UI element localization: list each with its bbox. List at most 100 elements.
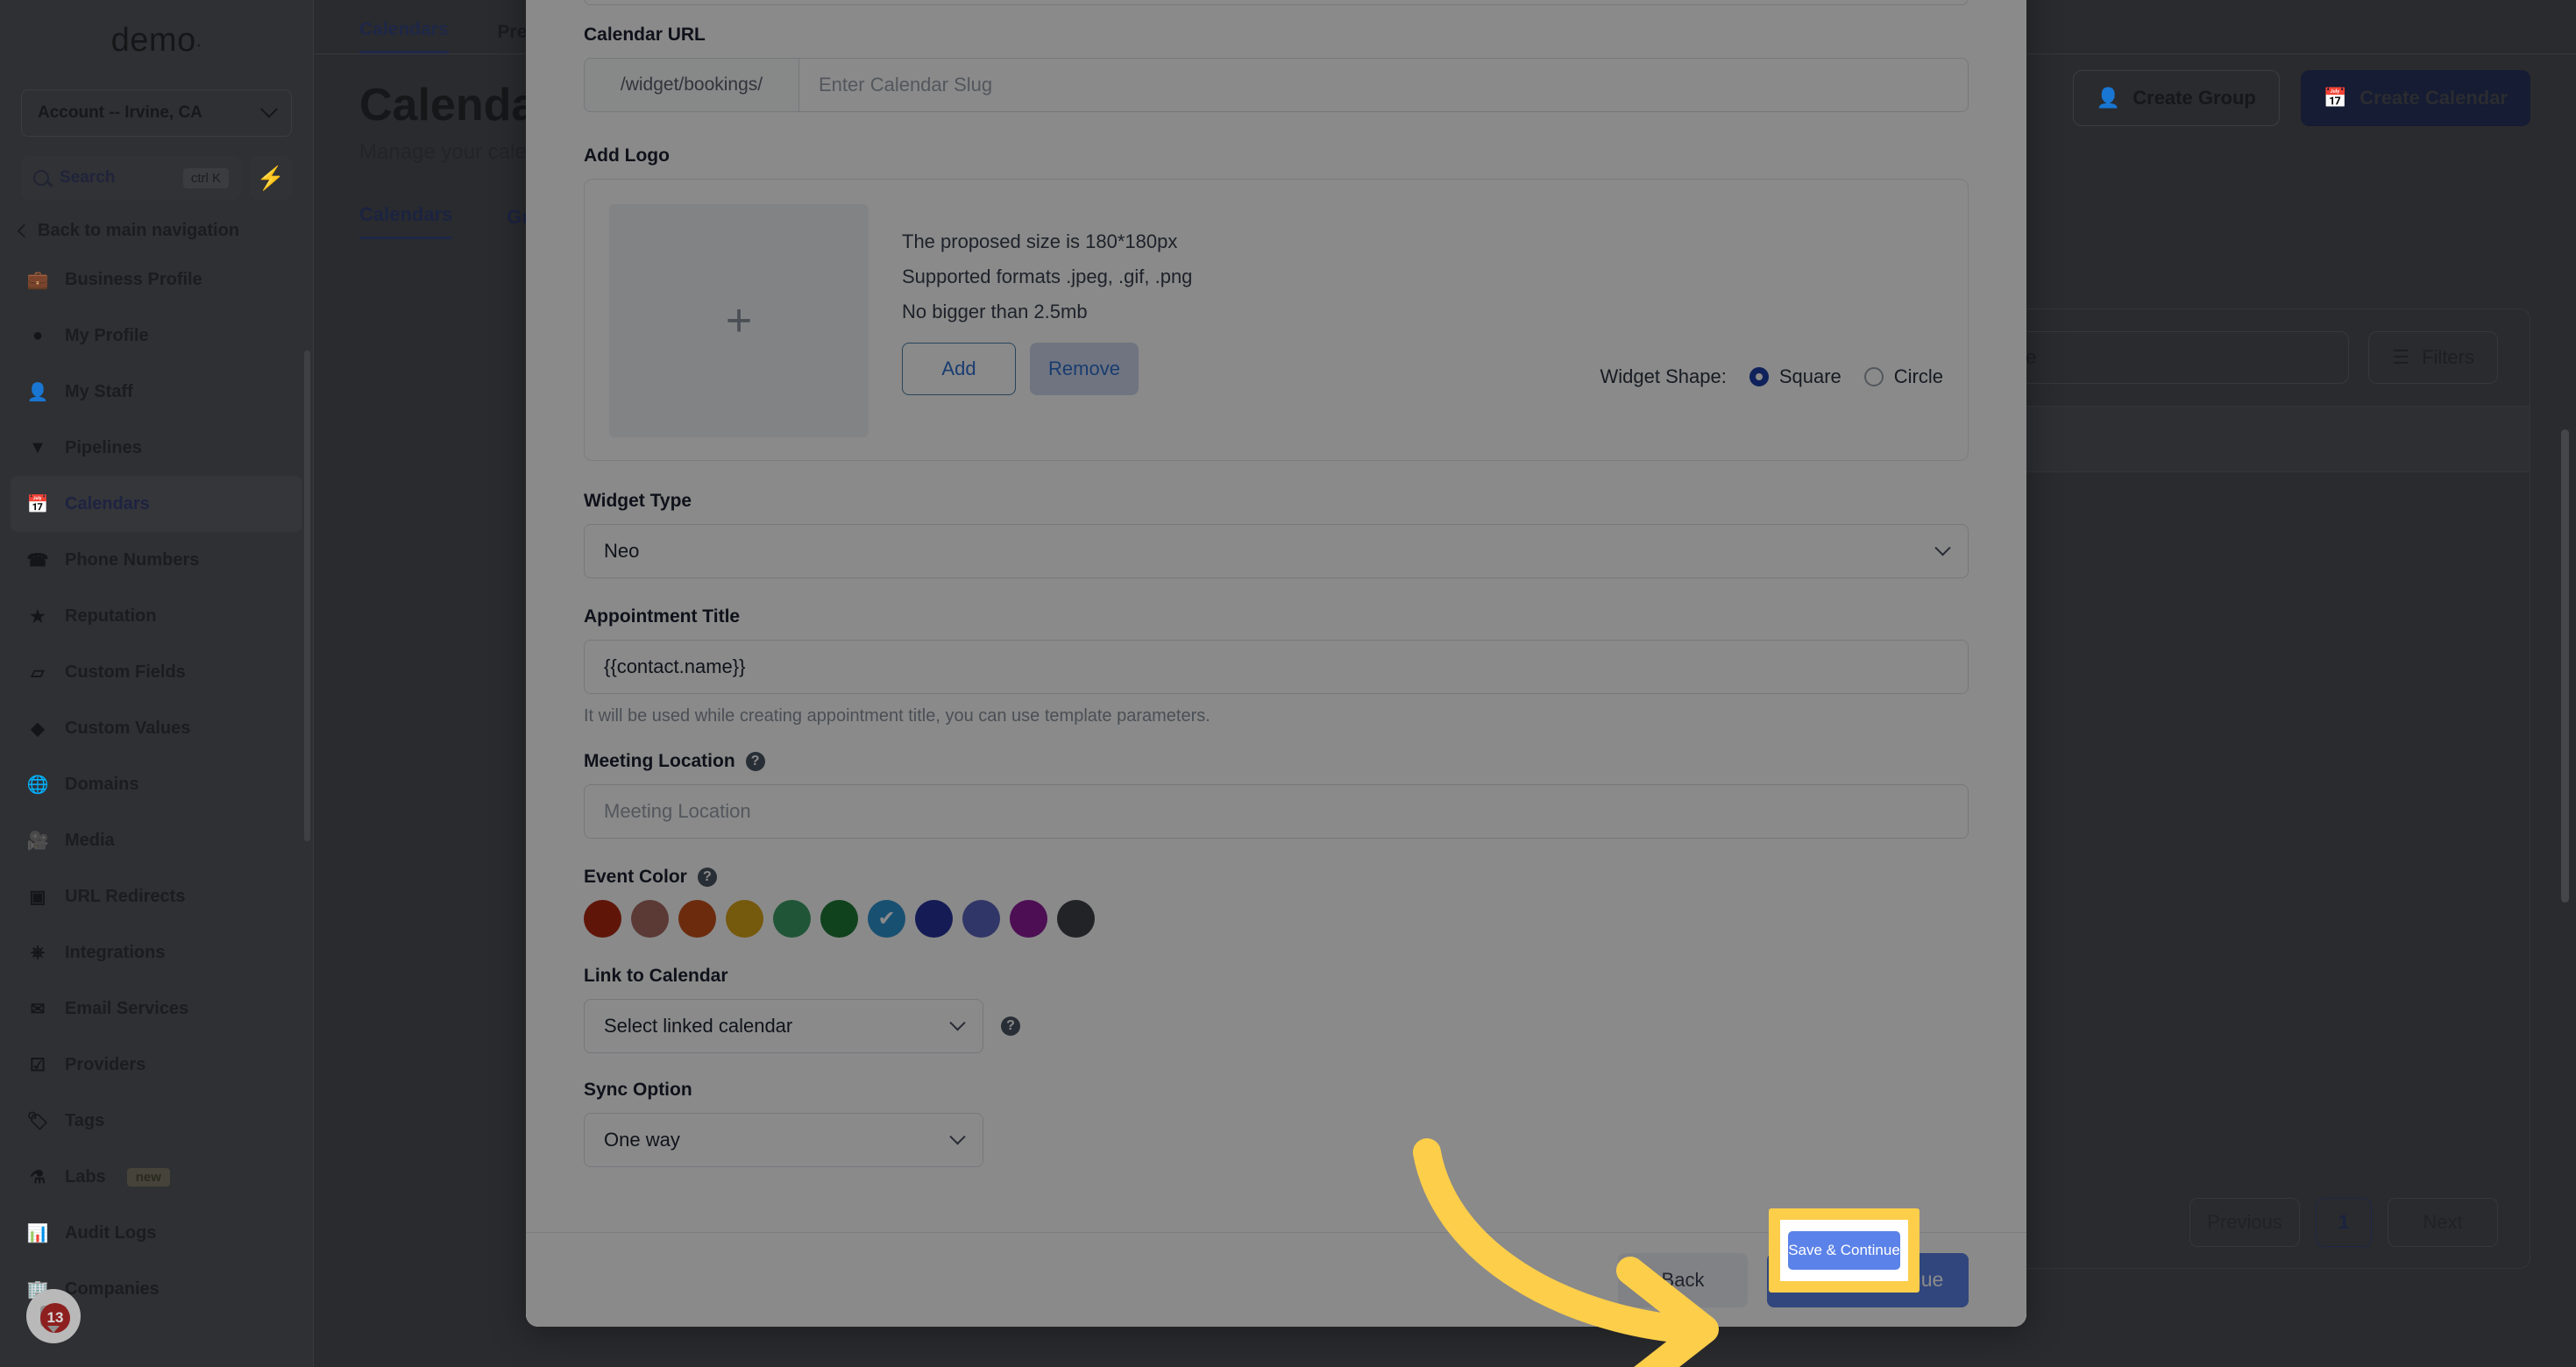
radio-selected-icon	[1749, 367, 1769, 386]
appointment-title-label: Appointment Title	[584, 606, 741, 627]
widget-shape-square-option[interactable]: Square	[1749, 365, 1842, 388]
remove-logo-button[interactable]: Remove	[1030, 343, 1139, 395]
chat-widget-button[interactable]: 13	[26, 1289, 81, 1343]
event-color-swatch-2[interactable]	[678, 900, 716, 938]
logo-dropzone[interactable]: +	[609, 204, 869, 437]
sidebar-item-url-redirects[interactable]: ▣ URL Redirects	[11, 868, 302, 924]
search-placeholder: Search	[60, 168, 116, 187]
back-button[interactable]: Back	[1618, 1252, 1748, 1307]
previous-page-button[interactable]: Previous	[2189, 1198, 2300, 1247]
sidebar-nav-list: 💼 Business Profile ● My Profile 👤 My Staff …	[0, 251, 313, 1317]
event-color-swatch-9[interactable]	[1010, 900, 1047, 938]
sidebar-item-my-staff[interactable]: 👤 My Staff	[11, 364, 302, 420]
bar-chart-icon: 📊	[26, 1223, 49, 1243]
pagination: Previous 1 Next	[2189, 1198, 2498, 1247]
logo-info: The proposed size is 180*180px Supported…	[902, 204, 1567, 436]
plus-icon: +	[725, 295, 753, 346]
sidebar-item-label: Phone Numbers	[65, 549, 200, 570]
sidebar-item-calendars[interactable]: 📅 Calendars	[11, 476, 302, 532]
event-color-swatch-10[interactable]	[1057, 900, 1095, 938]
sidebar-item-domains[interactable]: 🌐 Domains	[11, 756, 302, 812]
quick-actions-button[interactable]: ⚡	[250, 156, 292, 200]
event-color-swatch-4[interactable]	[773, 900, 811, 938]
event-color-swatch-7[interactable]	[915, 900, 953, 938]
truncated-field-above[interactable]	[584, 0, 1969, 5]
sidebar: demo. Account -- Irvine, CA Search ctrl …	[0, 0, 314, 1367]
modal-footer: Back Save & Continue	[526, 1232, 2026, 1327]
tab-calendars[interactable]: Calendars	[359, 19, 449, 53]
event-color-swatch-0[interactable]	[584, 900, 621, 938]
sidebar-item-tags[interactable]: 🏷 Tags	[11, 1093, 302, 1149]
sidebar-item-media[interactable]: 🎥 Media	[11, 812, 302, 868]
create-calendar-label: Create Calendar	[2360, 87, 2508, 109]
event-color-swatch-3[interactable]	[726, 900, 763, 938]
logo-buttons: Add Remove	[902, 343, 1567, 395]
event-color-swatch-8[interactable]	[962, 900, 1000, 938]
link-to-calendar-row: Select linked calendar ?	[584, 999, 1969, 1053]
sidebar-item-pipelines[interactable]: ▼ Pipelines	[11, 420, 302, 476]
sidebar-item-email-services[interactable]: ✉ Email Services	[11, 981, 302, 1037]
star-icon: ★	[30, 606, 46, 627]
tag-icon: 🏷	[26, 1111, 49, 1131]
check-icon: ✔	[877, 907, 896, 931]
question-mark-icon[interactable]: ?	[745, 752, 765, 771]
add-logo-panel: + The proposed size is 180*180px Support…	[584, 179, 1969, 461]
sidebar-item-label: Integrations	[65, 942, 166, 962]
widget-shape-circle-option[interactable]: Circle	[1863, 365, 1943, 388]
appointment-title-hint: It will be used while creating appointme…	[584, 706, 1210, 726]
sidebar-search-row: Search ctrl K ⚡	[21, 156, 292, 200]
sidebar-item-reputation[interactable]: ★ Reputation	[11, 588, 302, 644]
sync-option-select[interactable]: One way	[584, 1113, 983, 1167]
search-input[interactable]: Search ctrl K	[21, 156, 241, 200]
sidebar-item-labs[interactable]: ⚗ Labs new	[11, 1149, 302, 1205]
create-calendar-button[interactable]: 📅 Create Calendar	[2300, 70, 2530, 126]
sidebar-item-label: Custom Fields	[65, 662, 186, 682]
filters-button[interactable]: ☰ Filters	[2368, 331, 2498, 384]
sidebar-item-custom-fields[interactable]: ▱ Custom Fields	[11, 644, 302, 700]
appointment-title-field: Appointment Title {{contact.name}} It wi…	[584, 606, 1969, 726]
widget-shape-circle-label: Circle	[1893, 365, 1943, 387]
calendar-icon: 📅	[26, 494, 49, 514]
widget-shape-label: Widget Shape:	[1600, 365, 1727, 387]
sidebar-item-label: Labs	[65, 1166, 106, 1186]
sidebar-scrollbar[interactable]	[304, 351, 310, 841]
save-and-continue-button[interactable]: Save & Continue	[1767, 1252, 1969, 1307]
create-group-label: Create Group	[2132, 87, 2256, 109]
sidebar-item-my-profile[interactable]: ● My Profile	[11, 308, 302, 364]
logo-info-line-2: Supported formats .jpeg, .gif, .png	[902, 266, 1193, 287]
sync-option-value: One way	[604, 1129, 680, 1151]
question-mark-icon[interactable]: ?	[1001, 1016, 1020, 1036]
subtab-calendars[interactable]: Calendars	[359, 203, 453, 239]
question-mark-icon[interactable]: ?	[697, 868, 717, 887]
back-to-main-navigation[interactable]: Back to main navigation	[16, 221, 292, 241]
widget-type-select[interactable]: Neo	[584, 524, 1969, 578]
widget-type-value: Neo	[604, 540, 640, 562]
event-color-swatch-1[interactable]	[631, 900, 669, 938]
event-color-swatch-6[interactable]: ✔	[868, 900, 905, 938]
logo-info-line-3: No bigger than 2.5mb	[902, 301, 1088, 322]
appointment-title-input[interactable]: {{contact.name}}	[584, 640, 1969, 694]
sidebar-item-label: Media	[65, 830, 115, 850]
calendar-slug-input[interactable]: Enter Calendar Slug	[799, 58, 1969, 112]
sidebar-item-integrations[interactable]: ⎈ Integrations	[11, 924, 302, 981]
next-page-button[interactable]: Next	[2388, 1198, 2498, 1247]
page-number-1[interactable]: 1	[2316, 1198, 2372, 1247]
main-scrollbar[interactable]	[2561, 429, 2569, 903]
sidebar-item-label: Tags	[65, 1110, 105, 1130]
lightning-bolt-icon: ⚡	[256, 164, 286, 191]
sidebar-item-providers[interactable]: ☑ Providers	[11, 1037, 302, 1093]
globe-icon: 🌐	[26, 775, 49, 795]
add-logo-button[interactable]: Add	[902, 343, 1016, 395]
account-selector[interactable]: Account -- Irvine, CA	[21, 89, 292, 137]
funnel-icon: ▼	[29, 437, 46, 457]
widget-shape-square-label: Square	[1778, 365, 1842, 387]
link-to-calendar-select[interactable]: Select linked calendar	[584, 999, 983, 1053]
event-color-swatch-5[interactable]	[820, 900, 858, 938]
meeting-location-input[interactable]: Meeting Location	[584, 784, 1969, 839]
create-group-button[interactable]: 👤 Create Group	[2072, 70, 2280, 126]
sidebar-item-audit-logs[interactable]: 📊 Audit Logs	[11, 1205, 302, 1261]
sidebar-item-business-profile[interactable]: 💼 Business Profile	[11, 251, 302, 308]
new-badge: new	[126, 1167, 170, 1186]
sidebar-item-phone-numbers[interactable]: ☎ Phone Numbers	[11, 532, 302, 588]
sidebar-item-custom-values[interactable]: ◆ Custom Values	[11, 700, 302, 756]
